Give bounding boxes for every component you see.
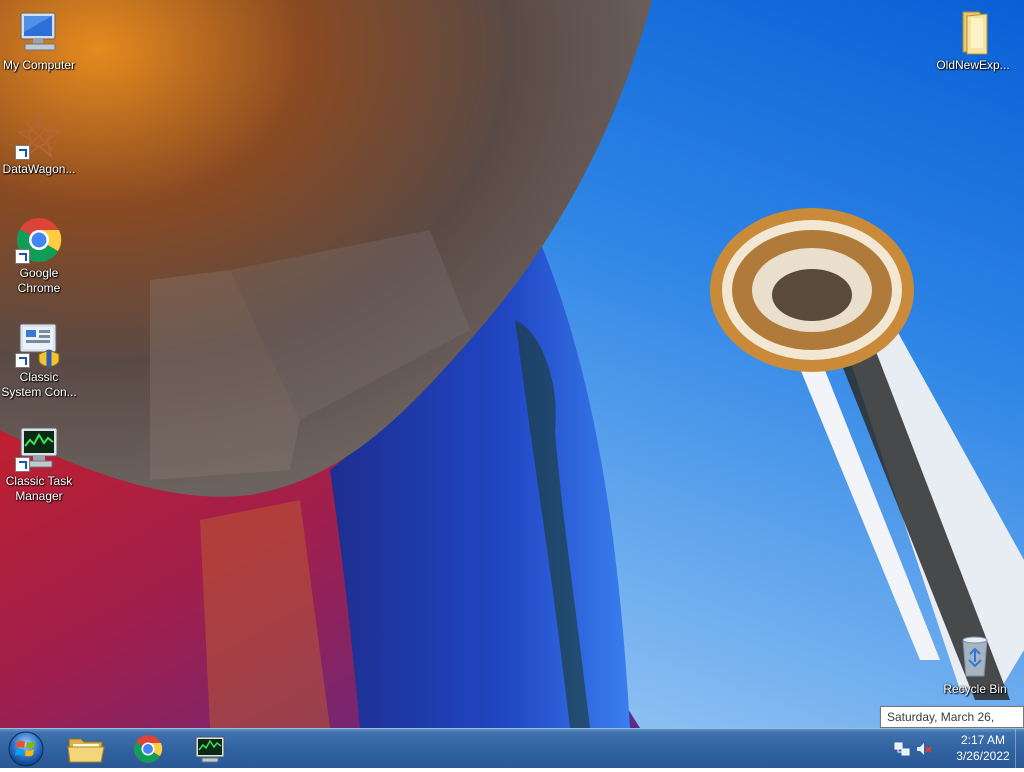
network-icon[interactable] [894, 741, 910, 757]
task-manager-icon [195, 736, 225, 763]
desktop-icon-label: Google Chrome [17, 266, 61, 295]
clock[interactable]: 2:17 AM 3/26/2022 [950, 732, 1016, 764]
desktop-icon-recycle-bin[interactable]: Recycle Bin [935, 632, 1015, 697]
desktop-icon-classic-task-manager[interactable]: Classic Task Manager [0, 424, 79, 504]
desktop-icon-datawagon[interactable]: DataWagon... [0, 112, 79, 177]
desktop-icon-label: DataWagon... [2, 162, 76, 176]
windows-orb-icon [8, 731, 44, 767]
clock-time: 2:17 AM [960, 733, 1006, 747]
desktop-icon-label: Classic System Con... [1, 370, 77, 399]
recycle-bin-icon [951, 632, 999, 680]
desktop-icon-google-chrome[interactable]: Google Chrome [0, 216, 79, 296]
desktop-icon-oldnewexplorer[interactable]: OldNewExp... [933, 8, 1013, 73]
clock-date: 3/26/2022 [956, 749, 1010, 763]
taskbar-task-manager[interactable] [182, 731, 238, 767]
datawagon-icon [15, 112, 63, 160]
chrome-icon [15, 216, 63, 264]
start-button[interactable] [4, 731, 48, 767]
desktop[interactable]: My Computer DataWagon... Google Chrome C… [0, 0, 1024, 728]
folder-icon [949, 8, 997, 56]
show-desktop-button[interactable] [1015, 729, 1024, 769]
shortcut-arrow-icon [15, 145, 30, 160]
shortcut-arrow-icon [15, 457, 30, 472]
taskbar: 2:17 AM 3/26/2022 [0, 728, 1024, 769]
chrome-icon [134, 735, 163, 763]
wallpaper [0, 0, 1024, 728]
task-manager-icon [15, 424, 63, 472]
desktop-icon-label: OldNewExp... [936, 58, 1010, 72]
control-panel-icon [15, 320, 63, 368]
taskbar-chrome[interactable] [120, 731, 176, 767]
shortcut-arrow-icon [15, 249, 30, 264]
file-explorer-icon [67, 738, 105, 763]
system-tray: 2:17 AM 3/26/2022 [894, 729, 1024, 769]
space-needle [710, 208, 1024, 700]
volume-muted-icon[interactable] [916, 741, 932, 757]
date-tooltip: Saturday, March 26, 2022 [880, 706, 1024, 744]
desktop-icon-label: Classic Task Manager [5, 474, 73, 503]
desktop-icon-label: My Computer [2, 58, 76, 72]
my-computer-icon [15, 8, 63, 56]
desktop-icon-my-computer[interactable]: My Computer [0, 8, 79, 73]
desktop-icon-label: Recycle Bin [943, 682, 1007, 696]
desktop-icon-classic-system-control[interactable]: Classic System Con... [0, 320, 79, 400]
shortcut-arrow-icon [15, 353, 30, 368]
taskbar-file-explorer[interactable] [58, 731, 114, 767]
